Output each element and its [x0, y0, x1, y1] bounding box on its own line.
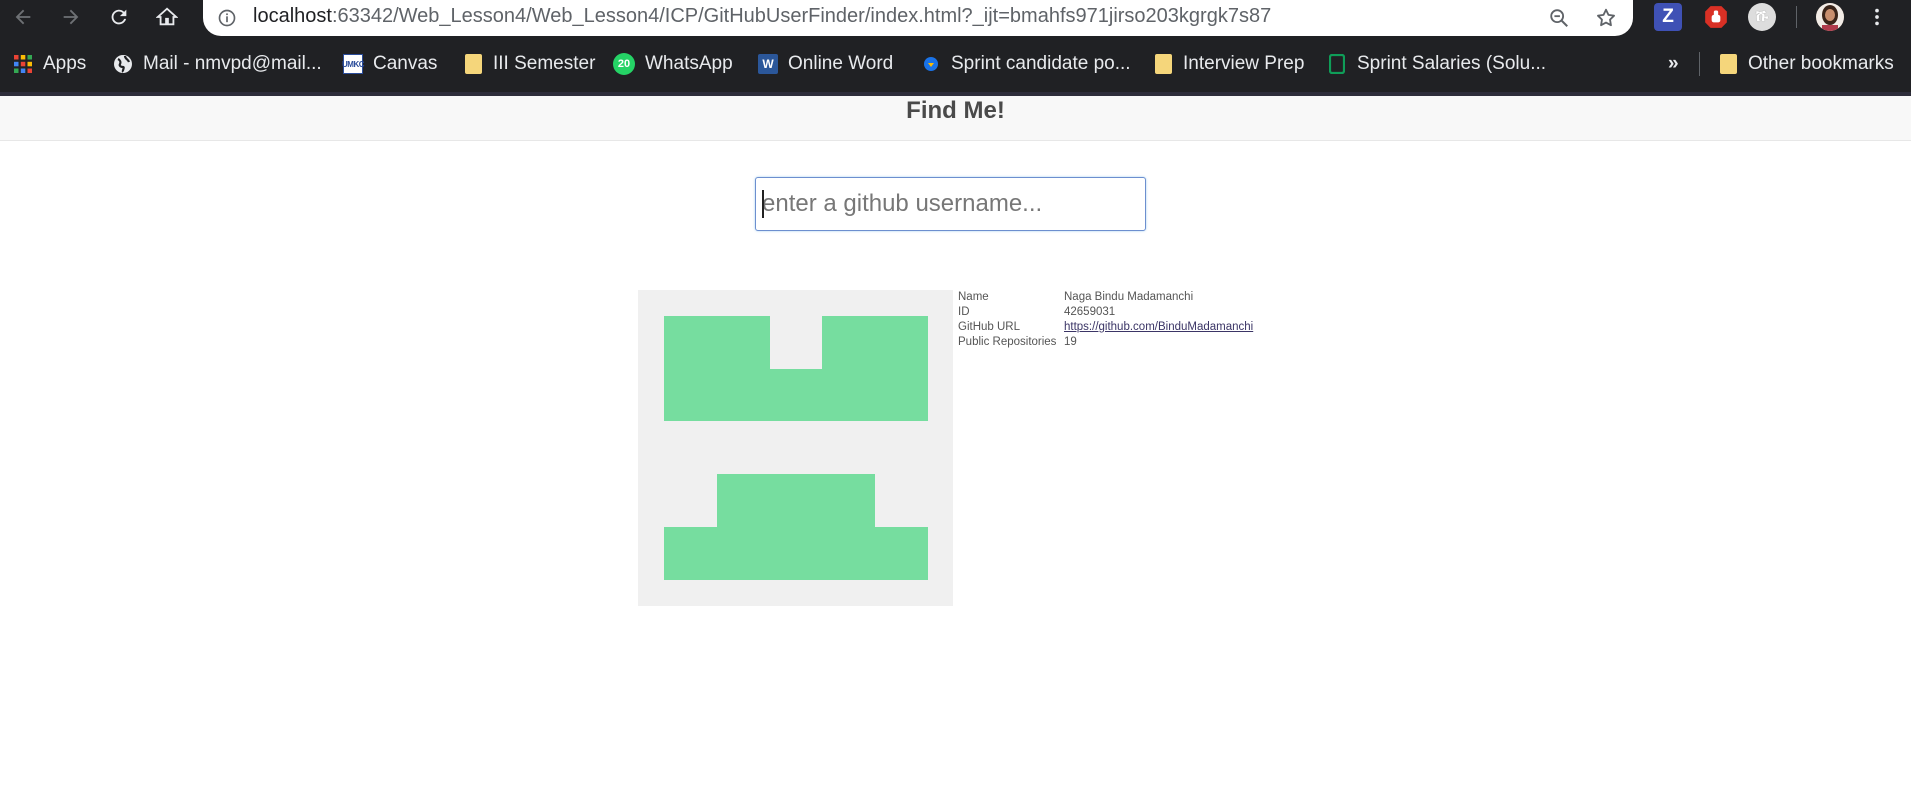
back-arrow-icon — [15, 9, 31, 25]
user-extension-icon: ሹ — [1755, 8, 1769, 25]
profile-table: Name Naga Bindu Madamanchi ID 42659031 G… — [958, 290, 1255, 350]
profile-url-cell: https://github.com/BinduMadamanchi — [1064, 320, 1255, 335]
identicon-block — [664, 527, 928, 580]
umkc-icon: UMKC — [342, 54, 365, 74]
reload-icon — [111, 9, 127, 25]
profile-avatar-button[interactable] — [1816, 3, 1844, 31]
url-host: localhost — [253, 5, 332, 27]
chrome-menu-button[interactable] — [1862, 2, 1892, 32]
bookmark-iii-semester[interactable]: III Semester — [463, 50, 595, 78]
identicon-block — [770, 369, 822, 421]
z-extension-button[interactable]: Z — [1654, 3, 1682, 31]
profile-label: Name — [958, 291, 989, 303]
reload-button[interactable] — [104, 2, 134, 32]
bookmark-canvas[interactable]: UMKC Canvas — [342, 50, 438, 78]
whatsapp-badge: 20 — [617, 58, 631, 70]
identicon-block — [717, 474, 875, 528]
folder-icon — [1718, 54, 1738, 74]
zoom-out-icon — [1550, 9, 1568, 27]
star-icon — [1597, 8, 1615, 27]
forward-arrow-icon — [63, 9, 79, 25]
profile-avatar-icon — [1816, 3, 1844, 31]
url-path: :63342/Web_Lesson4/Web_Lesson4/ICP/GitHu… — [331, 5, 1272, 27]
kebab-menu-icon — [1875, 8, 1879, 26]
folder-icon — [1153, 54, 1173, 74]
home-button[interactable] — [152, 2, 182, 32]
bookmark-star-button[interactable] — [1593, 5, 1619, 31]
bookmark-whatsapp[interactable]: 20 WhatsApp — [613, 50, 733, 78]
profile-details: Name Naga Bindu Madamanchi ID 42659031 G… — [958, 290, 1255, 350]
top-navbar: Find Me! — [0, 96, 1911, 141]
profile-row-id: ID 42659031 — [958, 305, 1255, 320]
bookmark-other-bookmarks[interactable]: Other bookmarks — [1718, 50, 1894, 78]
bookmark-label: Online Word — [788, 53, 894, 74]
user-extension-button[interactable]: ሹ — [1748, 3, 1776, 31]
bookmark-label: Sprint Salaries (Solu... — [1357, 53, 1547, 74]
identicon-block — [822, 316, 928, 421]
stop-extension-button[interactable] — [1702, 3, 1730, 31]
profile-label: ID — [958, 306, 970, 318]
sheets-icon — [1327, 54, 1347, 74]
z-extension-icon: Z — [1662, 6, 1674, 27]
whatsapp-icon: 20 — [613, 53, 635, 75]
page-title: Find Me! — [906, 97, 1005, 124]
profile-row-name: Name Naga Bindu Madamanchi — [958, 290, 1255, 305]
toolbar-divider — [1796, 6, 1797, 28]
bookmark-label: Canvas — [373, 53, 438, 74]
browser-toolbar: localhost:63342/Web_Lesson4/Web_Lesson4/… — [0, 0, 1911, 36]
url-text[interactable]: localhost:63342/Web_Lesson4/Web_Lesson4/… — [253, 5, 1271, 28]
bookmark-label: Sprint candidate po... — [951, 53, 1131, 74]
forward-button[interactable] — [56, 2, 86, 32]
bookmarks-overflow-button[interactable]: » — [1668, 50, 1679, 78]
folder-icon — [463, 54, 483, 74]
globe-icon — [113, 54, 133, 74]
page-content: Find Me! Name Naga Bindu Madamanchi ID 4… — [0, 96, 1911, 792]
profile-label: GitHub URL — [958, 321, 1020, 333]
browser-chrome: localhost:63342/Web_Lesson4/Web_Lesson4/… — [0, 0, 1911, 96]
bookmark-label: Other bookmarks — [1748, 53, 1894, 74]
address-bar[interactable]: localhost:63342/Web_Lesson4/Web_Lesson4/… — [203, 0, 1633, 36]
bookmark-label: Interview Prep — [1183, 53, 1305, 74]
word-icon: W — [758, 54, 778, 74]
profile-repos-value: 19 — [1064, 336, 1077, 348]
bookmark-label: Mail - nmvpd@mail... — [143, 53, 322, 74]
github-username-search-input[interactable] — [755, 177, 1146, 231]
bookmark-apps[interactable]: Apps — [13, 50, 86, 78]
bookmark-label: III Semester — [493, 53, 596, 74]
stop-sign-icon — [1705, 6, 1727, 28]
apps-grid-icon — [13, 54, 33, 74]
identicon-block — [664, 316, 770, 421]
info-icon[interactable] — [217, 8, 237, 28]
user-avatar — [638, 290, 953, 606]
profile-row-url: GitHub URL https://github.com/BinduMadam… — [958, 320, 1255, 335]
zoom-button[interactable] — [1546, 5, 1572, 31]
bookmark-sprint-candidate[interactable]: Sprint candidate po... — [921, 50, 1131, 78]
home-icon — [156, 7, 178, 26]
bookmark-online-word[interactable]: W Online Word — [758, 50, 893, 78]
sprint-icon — [921, 54, 941, 74]
bookmark-label: WhatsApp — [645, 53, 733, 74]
overflow-chevron-icon: » — [1668, 53, 1679, 74]
back-button[interactable] — [8, 2, 38, 32]
bookmark-sprint-salaries[interactable]: Sprint Salaries (Solu... — [1327, 50, 1546, 78]
bookmark-label: Apps — [43, 53, 87, 74]
github-profile-link[interactable]: https://github.com/BinduMadamanchi — [1064, 321, 1253, 333]
profile-name-value: Naga Bindu Madamanchi — [1064, 291, 1194, 303]
bookmarks-divider — [1699, 52, 1700, 76]
profile-row-repos: Public Repositories 19 — [958, 335, 1255, 350]
bookmark-mail[interactable]: Mail - nmvpd@mail... — [113, 50, 322, 78]
text-cursor — [762, 190, 764, 218]
bookmark-interview-prep[interactable]: Interview Prep — [1153, 50, 1304, 78]
profile-id-value: 42659031 — [1064, 306, 1116, 318]
profile-label: Public Repositories — [958, 336, 1057, 348]
bookmarks-bar: Apps Mail - nmvpd@mail... UMKC Canvas II… — [0, 46, 1911, 82]
